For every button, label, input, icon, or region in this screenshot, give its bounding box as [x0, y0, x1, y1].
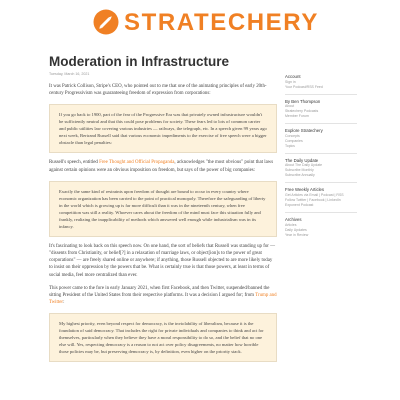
site-title[interactable]: STRATECHERY — [124, 10, 319, 36]
sidebar-link-forum[interactable]: Member Forum — [285, 114, 365, 119]
sidebar-divider — [285, 93, 357, 95]
article-paragraph-1: It was Patrick Collison, Stripe's CEO, w… — [49, 84, 267, 97]
sidebar: Account Sign in Your Podcast/RSS Feed By… — [285, 74, 365, 238]
sidebar-divider — [285, 152, 357, 154]
paragraph-text: This power came to the fore in early Jan… — [49, 285, 270, 299]
sidebar-divider — [285, 211, 357, 213]
sidebar-divider — [285, 123, 357, 125]
article: Moderation in Infrastructure Tuesday, Ma… — [49, 54, 277, 363]
paragraph-text: Russell's speech, entitled — [49, 160, 100, 166]
sidebar-link-feed[interactable]: Your Podcast/RSS Feed — [285, 85, 365, 90]
stratechery-logo-icon[interactable] — [93, 9, 119, 35]
article-date: Tuesday, March 16, 2021 — [49, 72, 90, 76]
site-header: STRATECHERY — [0, 0, 400, 44]
sidebar-section-account: Account Sign in Your Podcast/RSS Feed — [285, 74, 365, 90]
sidebar-section-explore: Explore Stratechery Concepts Companies T… — [285, 128, 365, 149]
article-paragraph-3: It's fascinating to look back on this sp… — [49, 243, 276, 278]
propaganda-speech-link[interactable]: Free Thought and Official Propaganda — [99, 160, 174, 165]
sidebar-link-year-in-review[interactable]: Year in Review — [285, 233, 365, 238]
sidebar-section-author: By Ben Thompson About Stratechery Podcas… — [285, 99, 365, 120]
sidebar-link-topics[interactable]: Topics — [285, 144, 365, 149]
blockquote-2: Exactly the same kind of restraints upon… — [49, 180, 277, 237]
blockquote-1: If you go back to 1900, part of the fear… — [49, 104, 277, 154]
article-title[interactable]: Moderation in Infrastructure — [49, 54, 277, 70]
sidebar-divider — [285, 182, 357, 184]
sidebar-section-free-articles: Free Weekly Articles Get Articles via Em… — [285, 187, 365, 208]
paragraph-text: : — [63, 300, 65, 306]
blockquote-3: My highest priority, even beyond respect… — [49, 313, 277, 363]
sidebar-section-daily-update: The Daily Update About The Daily Update … — [285, 158, 365, 179]
sidebar-link-exponent[interactable]: Exponent Podcast — [285, 203, 365, 208]
article-paragraph-2: Russell's speech, entitled Free Thought … — [49, 159, 277, 173]
sidebar-section-archives: Archives Articles Daily Updates Year in … — [285, 217, 365, 238]
article-paragraph-4: This power came to the fore in early Jan… — [49, 285, 277, 307]
sidebar-link-subscribe-annually[interactable]: Subscribe Annually — [285, 173, 365, 178]
